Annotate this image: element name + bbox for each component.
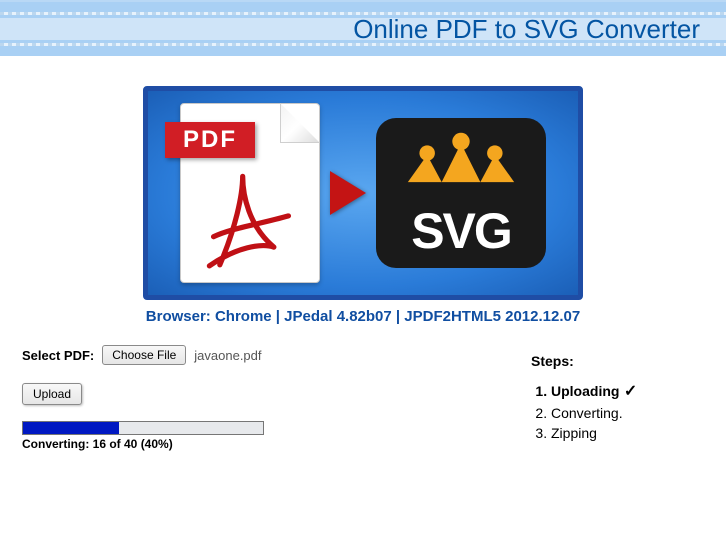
- arrow-right-icon: [330, 171, 366, 215]
- step-item: Uploading ✓: [551, 381, 706, 401]
- svg-logo-text: SVG: [411, 206, 511, 256]
- hero-section: PDF SVG Browser: Chrome: [0, 86, 726, 325]
- steps-panel: Steps: Uploading ✓ Converting. Zipping: [531, 345, 706, 451]
- header-bar: Online PDF to SVG Converter: [0, 0, 726, 56]
- step-item: Converting.: [551, 405, 706, 421]
- controls-area: Select PDF: Choose File javaone.pdf Uplo…: [0, 345, 726, 451]
- check-icon: ✓: [619, 383, 637, 400]
- progress-text: Converting: 16 of 40 (40%): [22, 437, 264, 451]
- steps-title: Steps:: [531, 353, 706, 369]
- progress-bar: [22, 421, 264, 435]
- hero-banner: PDF SVG: [143, 86, 583, 300]
- choose-file-button[interactable]: Choose File: [102, 345, 186, 365]
- meta-info: Browser: Chrome | JPedal 4.82b07 | JPDF2…: [146, 308, 580, 325]
- selected-file-name: javaone.pdf: [194, 348, 261, 363]
- svg-logo-icon: SVG: [376, 118, 546, 268]
- upload-button[interactable]: Upload: [22, 383, 82, 405]
- svg-crown-icon: [396, 126, 526, 184]
- step-item: Zipping: [551, 425, 706, 441]
- acrobat-swirl-icon: [199, 166, 303, 270]
- steps-list: Uploading ✓ Converting. Zipping: [551, 381, 706, 441]
- pdf-document-icon: PDF: [180, 103, 320, 283]
- select-pdf-label: Select PDF:: [22, 348, 94, 363]
- progress-fill: [23, 422, 119, 434]
- progress-section: Converting: 16 of 40 (40%): [22, 421, 264, 451]
- pdf-badge: PDF: [165, 122, 255, 158]
- page-title: Online PDF to SVG Converter: [353, 14, 700, 45]
